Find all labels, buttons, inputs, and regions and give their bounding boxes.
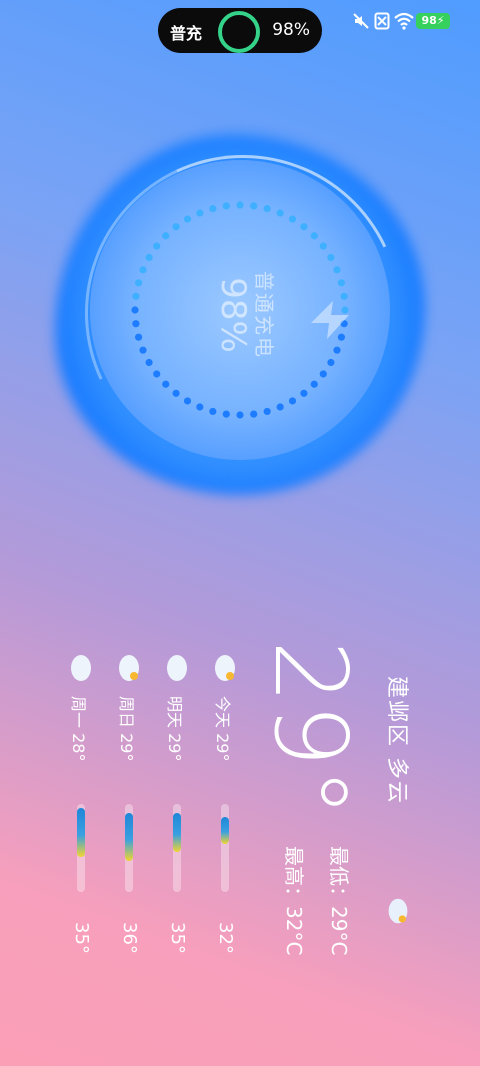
progress-dot xyxy=(263,204,271,213)
forecast-max-temp: 35° xyxy=(71,922,92,954)
progress-dot xyxy=(153,370,161,378)
progress-dot xyxy=(327,253,335,262)
progress-dot xyxy=(134,279,143,287)
progress-dot xyxy=(250,202,258,210)
progress-dot xyxy=(319,370,327,378)
partly-cloudy-icon xyxy=(388,898,408,924)
forecast-range-fill xyxy=(125,812,133,862)
progress-dot xyxy=(132,320,140,328)
progress-dot xyxy=(333,346,341,354)
progress-dot xyxy=(134,333,143,341)
progress-dot xyxy=(236,201,244,209)
progress-dot xyxy=(333,266,341,274)
progress-dot xyxy=(162,380,170,388)
forecast-range-bar xyxy=(125,804,133,892)
low-temp: 最低：29°C xyxy=(327,846,351,956)
forecast-max-temp: 32° xyxy=(215,922,236,954)
wifi-icon xyxy=(394,12,414,30)
charging-status-pill: 普充 98% xyxy=(158,8,322,53)
cloudy-icon xyxy=(167,655,187,681)
progress-dot xyxy=(131,306,139,314)
progress-dot xyxy=(288,215,297,223)
forecast-max-temp: 35° xyxy=(167,922,188,954)
no-sim-icon xyxy=(374,12,390,30)
battery-level: 98 xyxy=(421,14,437,27)
location-weather: 建邺区 多云 xyxy=(384,676,409,805)
charge-ring-icon xyxy=(218,11,260,53)
progress-dot xyxy=(327,358,335,367)
progress-dot xyxy=(172,389,180,397)
progress-dot xyxy=(222,202,230,210)
progress-dot xyxy=(196,209,204,217)
forecast-range-bar xyxy=(173,804,181,892)
charge-mode-label: 普充 xyxy=(170,24,203,43)
progress-dot xyxy=(183,215,192,223)
forecast-range-bar xyxy=(221,804,229,892)
progress-dot xyxy=(337,279,346,287)
progress-dot xyxy=(145,358,153,367)
progress-dot xyxy=(263,407,271,416)
charging-label: 普通充电 xyxy=(252,271,276,359)
forecast-range-bar xyxy=(77,804,85,892)
forecast-range-fill xyxy=(221,817,229,844)
progress-dot xyxy=(310,232,318,240)
forecast-range-fill xyxy=(77,808,85,857)
partly-cloudy-icon xyxy=(215,655,235,681)
forecast-day-label: 明天 29° xyxy=(165,696,184,762)
progress-dot xyxy=(276,403,284,411)
charging-text: 普通充电 98% xyxy=(200,250,280,380)
progress-dot xyxy=(276,209,284,217)
progress-dot xyxy=(139,346,147,354)
partly-cloudy-icon xyxy=(119,655,139,681)
battery-icon: 98⚡ xyxy=(416,13,450,29)
forecast-day-label: 周一 28° xyxy=(69,696,88,762)
mute-icon xyxy=(353,13,369,29)
status-icons: 98⚡ xyxy=(352,12,452,34)
progress-dot xyxy=(162,232,170,240)
lightning-bolt-icon xyxy=(311,301,349,339)
progress-dot xyxy=(222,410,230,418)
progress-dot xyxy=(300,223,308,231)
progress-dot xyxy=(236,411,244,419)
current-temp: 29° xyxy=(252,640,369,818)
progress-dot xyxy=(183,397,192,405)
forecast-range-fill xyxy=(173,812,181,853)
charging-orb: 普通充电 98% xyxy=(40,110,446,516)
progress-dot xyxy=(310,380,318,388)
forecast-max-temp: 36° xyxy=(119,922,140,954)
progress-dot xyxy=(153,242,161,250)
progress-dot xyxy=(209,204,217,213)
forecast-day-label: 周日 29° xyxy=(117,696,136,762)
charging-percent: 98% xyxy=(213,277,253,353)
charge-percent: 98% xyxy=(272,20,310,40)
progress-dot xyxy=(132,292,140,300)
progress-dot xyxy=(250,410,258,418)
cloudy-icon xyxy=(71,655,91,681)
progress-dot xyxy=(196,403,204,411)
progress-dot xyxy=(319,242,327,250)
progress-dot xyxy=(288,397,297,405)
progress-dot xyxy=(139,266,147,274)
progress-dot xyxy=(300,389,308,397)
progress-dot xyxy=(145,253,153,262)
progress-dot xyxy=(209,407,217,416)
progress-dot xyxy=(172,223,180,231)
high-temp: 最高：32°C xyxy=(282,846,306,956)
forecast-day-label: 今天 29° xyxy=(213,696,232,762)
